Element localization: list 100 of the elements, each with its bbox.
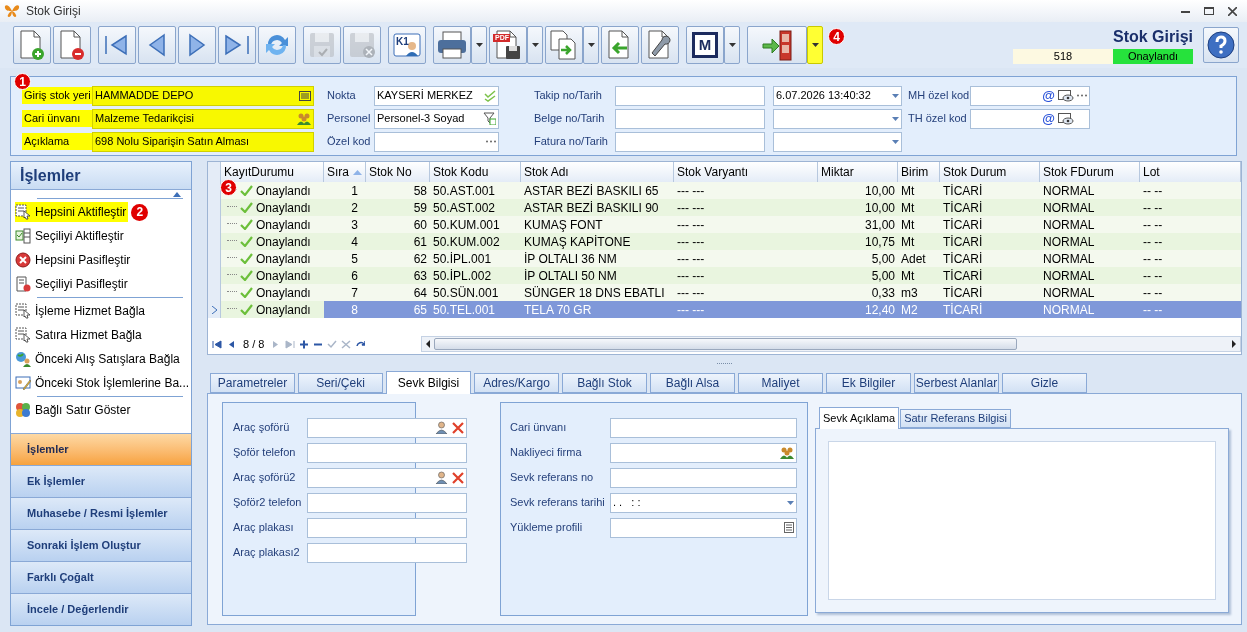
input-field[interactable]: Personel-3 Soyad bbox=[374, 108, 499, 129]
person-icon[interactable] bbox=[435, 421, 448, 434]
nav-button[interactable]: İncele / Değerlendir bbox=[11, 593, 191, 625]
input-field[interactable] bbox=[307, 417, 467, 438]
toolbar-button[interactable] bbox=[98, 26, 136, 64]
toolbar-button[interactable] bbox=[218, 26, 256, 64]
dropdown-button[interactable] bbox=[807, 26, 823, 64]
toolbar-button[interactable] bbox=[545, 26, 583, 64]
input-field[interactable] bbox=[307, 517, 467, 538]
tab[interactable]: Ek Bilgiler bbox=[826, 373, 911, 393]
column-header[interactable]: Sıra bbox=[324, 162, 366, 182]
input-field[interactable] bbox=[307, 542, 467, 563]
input-field[interactable] bbox=[307, 442, 467, 463]
column-header[interactable]: Stok Varyantı bbox=[674, 162, 818, 182]
input-field[interactable] bbox=[610, 442, 797, 463]
scroll-thumb[interactable] bbox=[434, 338, 1018, 350]
nav-button[interactable]: Sonraki İşlem Oluştur bbox=[11, 529, 191, 561]
previous-icon[interactable] bbox=[226, 339, 236, 349]
input-field[interactable] bbox=[374, 131, 499, 152]
refresh-icon[interactable] bbox=[355, 339, 366, 349]
input-field[interactable]: 698 Nolu Siparişin Satın Alması bbox=[92, 131, 314, 152]
tab[interactable]: Bağlı Alsa bbox=[650, 373, 735, 393]
clear-icon[interactable] bbox=[452, 421, 464, 434]
tab[interactable]: Parametreler bbox=[210, 373, 295, 393]
menu-item[interactable]: Bağlı Satır Göster bbox=[15, 400, 133, 420]
tab[interactable]: Satır Referans Bilgisi bbox=[900, 409, 1011, 428]
close-icon[interactable] bbox=[1228, 6, 1237, 16]
column-header[interactable]: KayıtDurumu bbox=[221, 162, 324, 182]
input-field[interactable]: . . : : bbox=[610, 492, 797, 513]
input-field[interactable] bbox=[773, 108, 902, 129]
nav-button[interactable]: Farklı Çoğalt bbox=[11, 561, 191, 593]
toolbar-button[interactable] bbox=[138, 26, 176, 64]
menu-item[interactable]: İşleme Hizmet Bağla bbox=[15, 301, 148, 321]
input-field[interactable]: @ bbox=[970, 85, 1090, 106]
column-header[interactable]: Stok No bbox=[366, 162, 430, 182]
input-field[interactable] bbox=[615, 85, 765, 106]
list-icon[interactable] bbox=[784, 522, 794, 533]
toolbar-button[interactable] bbox=[13, 26, 51, 64]
nav-button[interactable]: Muhasebe / Resmi İşlemler bbox=[11, 497, 191, 529]
column-header[interactable]: Stok Adı bbox=[521, 162, 674, 182]
tab[interactable]: Serbest Alanlar bbox=[914, 373, 999, 393]
input-field[interactable] bbox=[610, 417, 797, 438]
column-header[interactable]: Stok FDurum bbox=[1040, 162, 1140, 182]
maximize-icon[interactable] bbox=[1204, 7, 1214, 15]
tab[interactable]: Maliyet bbox=[738, 373, 823, 393]
table-row[interactable]: Onaylandı 2 59 50.AST.002 ASTAR BEZİ BASKILI 90 --- --- 10,00 Mt TİCARİ NORMAL -- -- bbox=[208, 199, 1241, 216]
tab[interactable]: Bağlı Stok bbox=[562, 373, 647, 393]
column-header[interactable]: Stok Kodu bbox=[430, 162, 521, 182]
input-field[interactable] bbox=[615, 108, 765, 129]
horizontal-scrollbar[interactable] bbox=[421, 336, 1241, 352]
menu-item[interactable]: Hepsini Aktifleştir bbox=[15, 202, 129, 222]
column-header[interactable]: Birim bbox=[898, 162, 940, 182]
tab[interactable]: Adres/Kargo bbox=[474, 373, 559, 393]
column-header[interactable]: Stok Durum bbox=[940, 162, 1040, 182]
toolbar-button[interactable] bbox=[53, 26, 91, 64]
dropdown-button[interactable] bbox=[527, 26, 543, 64]
toolbar-button[interactable] bbox=[641, 26, 679, 64]
table-row[interactable]: Onaylandı 8 65 50.TEL.001 TELA 70 GR --- --- 12,40 M2 TİCARİ NORMAL -- -- bbox=[208, 301, 1241, 318]
input-field[interactable]: @ bbox=[970, 108, 1090, 129]
column-header[interactable]: Lot bbox=[1140, 162, 1241, 182]
tab[interactable]: Sevk Bilgisi bbox=[386, 371, 471, 394]
toolbar-button[interactable] bbox=[178, 26, 216, 64]
table-row[interactable]: Onaylandı 4 61 50.KUM.002 KUMAŞ KAPİTONE --- --- 10,75 Mt TİCARİ NORMAL -- -- bbox=[208, 233, 1241, 250]
preview-icon[interactable] bbox=[1058, 112, 1074, 125]
help-button[interactable] bbox=[1203, 27, 1239, 63]
menu-item[interactable]: Seçiliyi Aktifleştir bbox=[15, 226, 126, 246]
menu-item[interactable]: Hepsini Pasifleştir bbox=[15, 250, 133, 270]
menu-item[interactable]: Önceki Stok İşlemlerine Ba... bbox=[15, 373, 192, 393]
input-field[interactable] bbox=[610, 517, 797, 538]
toolbar-button[interactable] bbox=[747, 26, 807, 64]
preview-icon[interactable] bbox=[1058, 89, 1074, 102]
tab[interactable]: Gizle bbox=[1002, 373, 1087, 393]
input-field[interactable]: 6.07.2026 13:40:32 bbox=[773, 85, 902, 106]
input-field[interactable] bbox=[610, 467, 797, 488]
table-row[interactable]: Onaylandı 3 60 50.KUM.001 KUMAŞ FONT --- --- 31,00 Mt TİCARİ NORMAL -- -- bbox=[208, 216, 1241, 233]
email-symbol[interactable]: @ bbox=[1042, 108, 1055, 129]
more-icon[interactable] bbox=[1077, 94, 1087, 97]
row-header[interactable] bbox=[208, 301, 221, 318]
input-field[interactable] bbox=[307, 492, 467, 513]
dropdown-button[interactable] bbox=[583, 26, 599, 64]
add-icon[interactable] bbox=[299, 339, 310, 349]
input-field[interactable] bbox=[773, 131, 902, 152]
tab[interactable]: Sevk Açıklama bbox=[819, 407, 900, 429]
column-header[interactable]: Miktar bbox=[818, 162, 898, 182]
more-icon[interactable] bbox=[486, 140, 496, 143]
toolbar-button[interactable]: M bbox=[686, 26, 724, 64]
input-field[interactable] bbox=[307, 467, 467, 488]
person-icon[interactable] bbox=[435, 471, 448, 484]
tab[interactable]: Seri/Çeki bbox=[298, 373, 383, 393]
input-field[interactable]: KAYSERİ MERKEZ bbox=[374, 85, 499, 106]
toolbar-button[interactable] bbox=[433, 26, 471, 64]
dropdown-button[interactable] bbox=[471, 26, 487, 64]
first-record-icon[interactable] bbox=[212, 339, 222, 349]
menu-item[interactable]: Seçiliyi Pasifleştir bbox=[15, 274, 130, 294]
menu-item[interactable]: Satıra Hizmet Bağla bbox=[15, 325, 144, 345]
toolbar-button[interactable]: K1 bbox=[388, 26, 426, 64]
splitter-grip-icon[interactable] bbox=[715, 361, 734, 365]
input-field[interactable]: HAMMADDE DEPO bbox=[92, 85, 314, 106]
menu-item[interactable]: Önceki Alış Satışlara Bağla bbox=[15, 349, 182, 369]
minimize-icon[interactable] bbox=[1181, 9, 1190, 13]
